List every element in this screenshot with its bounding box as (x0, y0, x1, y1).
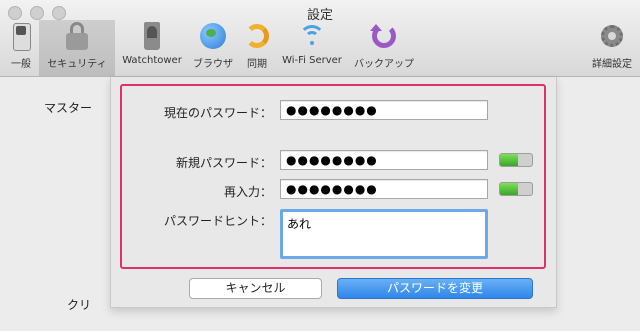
toolbar-label-wifi-server: Wi-Fi Server (282, 55, 342, 66)
reenter-password-strength-meter (499, 182, 533, 196)
toolbar-label-security: セキュリティ (47, 59, 107, 70)
switch-icon (5, 20, 37, 52)
new-password-field[interactable]: ●●●●●●●● (280, 150, 488, 170)
globe-icon (197, 20, 229, 52)
toolbar-item-browser[interactable]: ブラウザ (189, 20, 237, 76)
toolbar-item-wifi-server[interactable]: Wi-Fi Server (278, 20, 346, 76)
toolbar-label-sync: 同期 (247, 59, 267, 70)
titlebar: 設定 一般 セキュリティ Watchtower ブラウザ 同期 Wi-Fi Se… (0, 0, 640, 77)
backup-icon (368, 20, 400, 52)
toolbar-item-sync[interactable]: 同期 (240, 20, 274, 76)
toolbar-label-advanced: 詳細設定 (592, 59, 632, 70)
preferences-window: 設定 一般 セキュリティ Watchtower ブラウザ 同期 Wi-Fi Se… (0, 0, 640, 331)
wifi-icon (296, 20, 328, 52)
current-password-field[interactable]: ●●●●●●●● (280, 100, 488, 120)
toolbar-item-watchtower[interactable]: Watchtower (118, 20, 186, 76)
strength-fill (500, 154, 518, 166)
current-password-label: 現在のパスワード： (163, 106, 272, 120)
new-password-strength-meter (499, 153, 533, 167)
lock-icon (61, 20, 93, 52)
toolbar-item-security[interactable]: セキュリティ (39, 20, 115, 76)
background-partial-label: クリ (67, 298, 92, 312)
change-password-button[interactable]: パスワードを変更 (337, 278, 533, 299)
toolbar-item-advanced[interactable]: 詳細設定 (588, 20, 636, 76)
toolbar-label-browser: ブラウザ (193, 59, 233, 70)
password-hint-field[interactable]: あれ (280, 209, 488, 259)
toolbar-label-watchtower: Watchtower (122, 55, 182, 66)
toolbar-label-backup: バックアップ (354, 59, 414, 70)
toolbar-label-general: 一般 (11, 59, 31, 70)
master-password-label: マスター (44, 101, 93, 115)
reenter-password-label: 再入力： (223, 185, 272, 199)
password-hint-label: パスワードヒント： (163, 214, 272, 228)
toolbar-item-general[interactable]: 一般 (4, 20, 38, 76)
watchtower-icon (136, 20, 168, 52)
new-password-label: 新規パスワード： (175, 156, 272, 170)
sync-icon (241, 20, 273, 52)
strength-fill (500, 183, 518, 195)
gear-icon (596, 20, 628, 52)
reenter-password-field[interactable]: ●●●●●●●● (280, 179, 488, 199)
cancel-button[interactable]: キャンセル (189, 278, 322, 299)
toolbar-item-backup[interactable]: バックアップ (348, 20, 420, 76)
